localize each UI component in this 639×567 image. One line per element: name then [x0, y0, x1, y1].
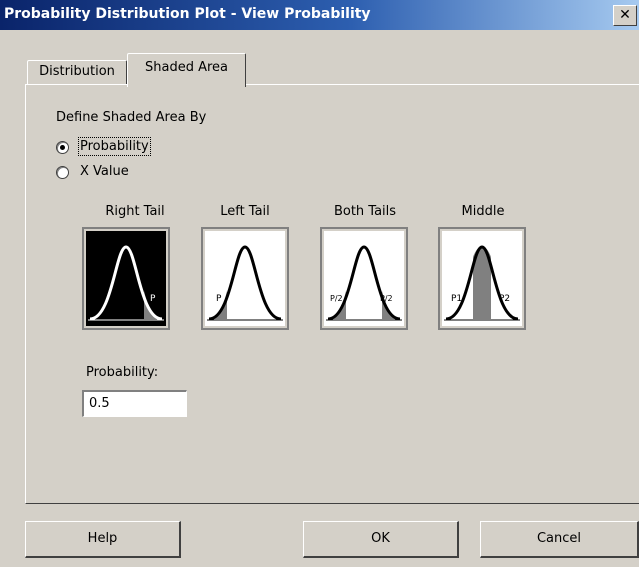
title-bar: Probability Distribution Plot - View Pro…	[0, 0, 639, 30]
right-tail-icon: P	[86, 231, 166, 326]
window-title: Probability Distribution Plot - View Pro…	[4, 6, 371, 22]
middle-tag-right: P2	[499, 294, 510, 304]
radio-selected-dot	[60, 145, 65, 150]
radio-x-value-label[interactable]: X Value	[80, 164, 129, 179]
probability-input[interactable]: 0.5	[82, 390, 187, 417]
probability-label: Probability:	[86, 365, 159, 380]
left-tail-icon: P	[205, 231, 285, 326]
help-button[interactable]: Help	[25, 521, 181, 558]
tab-distribution[interactable]: Distribution	[27, 60, 127, 85]
right-tail-button[interactable]: P	[82, 227, 170, 330]
cancel-button[interactable]: Cancel	[480, 521, 639, 558]
label-both-tails: Both Tails	[333, 204, 397, 219]
tab-shaded-area[interactable]: Shaded Area	[127, 53, 246, 87]
label-middle: Middle	[461, 204, 505, 219]
label-right-tail: Right Tail	[105, 204, 165, 219]
right-tail-tag: P	[150, 294, 156, 304]
middle-icon: P1 P2	[442, 231, 522, 326]
both-tails-tag-left: P/2	[330, 294, 343, 303]
left-tail-tag: P	[216, 294, 222, 304]
radio-probability[interactable]	[56, 141, 69, 154]
close-icon: ✕	[619, 7, 631, 23]
close-button[interactable]: ✕	[613, 5, 637, 26]
left-tail-button[interactable]: P	[201, 227, 289, 330]
middle-tag-left: P1	[451, 294, 462, 304]
both-tails-icon: P/2 P/2	[324, 231, 404, 326]
radio-x-value[interactable]	[56, 166, 69, 179]
both-tails-tag-right: P/2	[380, 294, 393, 303]
tab-shaded-area-label: Shaded Area	[144, 60, 228, 75]
define-group-label: Define Shaded Area By	[56, 110, 207, 125]
radio-probability-label[interactable]: Probability	[78, 137, 151, 156]
middle-button[interactable]: P1 P2	[438, 227, 526, 330]
tab-distribution-label: Distribution	[39, 64, 115, 79]
both-tails-button[interactable]: P/2 P/2	[320, 227, 408, 330]
label-left-tail: Left Tail	[220, 204, 270, 219]
ok-button[interactable]: OK	[303, 521, 459, 558]
